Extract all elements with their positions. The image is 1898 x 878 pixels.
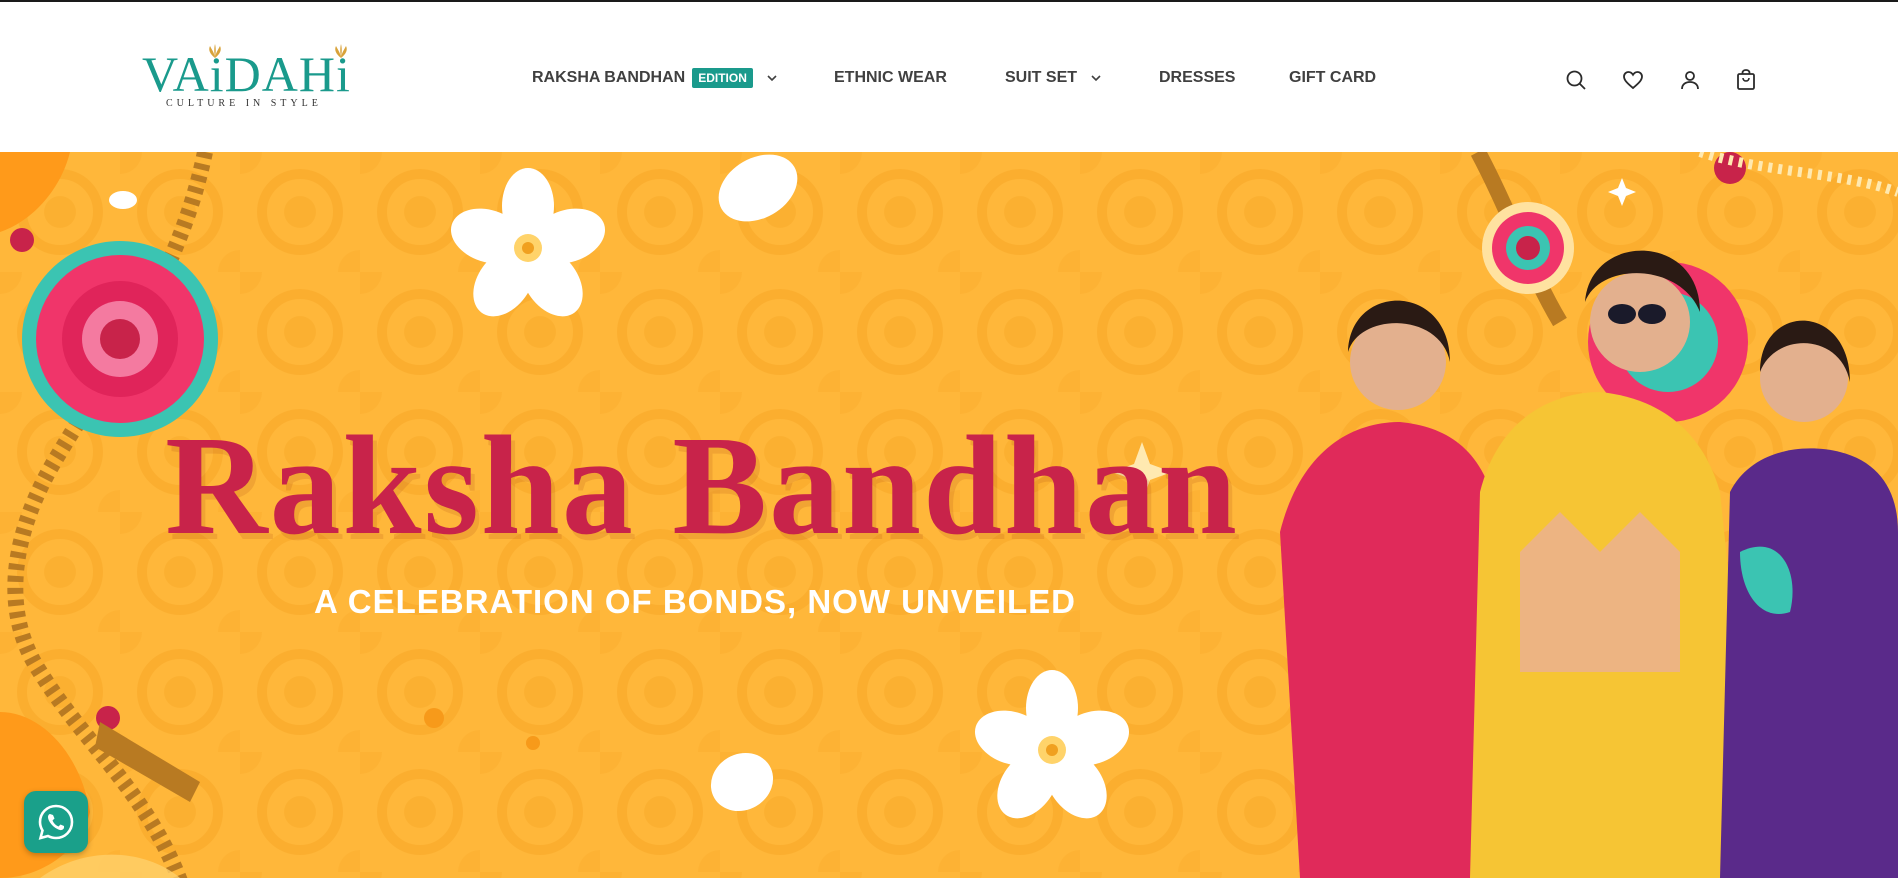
chevron-down-icon[interactable] — [1089, 71, 1103, 85]
nav-item-gift-card[interactable]: GIFT CARD — [1289, 66, 1376, 90]
hero-title: Raksha Bandhan — [165, 406, 1239, 564]
nav-item-dresses[interactable]: DRESSES — [1159, 66, 1235, 90]
search-icon[interactable] — [1564, 68, 1588, 92]
nav-item-label: SUIT SET — [1005, 69, 1078, 86]
nav-item-label: GIFT CARD — [1289, 69, 1377, 86]
whatsapp-icon — [38, 804, 74, 840]
logo-flower-icon — [335, 44, 347, 58]
hero-subtitle: A CELEBRATION OF BONDS, NOW UNVEILED — [314, 583, 1076, 620]
nav-item-label: RAKSHA BANDHAN — [532, 69, 686, 86]
hero-banner[interactable]: Raksha Bandhan A CELEBRATION OF BONDS, N… — [0, 152, 1898, 878]
nav-item-suit-set[interactable]: SUIT SET — [1005, 66, 1103, 90]
site-header: VAiDAHi CULTURE IN STYLE RAKSHA BANDHAN … — [0, 2, 1898, 152]
nav-item-label: DRESSES — [1159, 69, 1236, 86]
nav-item-ethnic-wear[interactable]: ETHNIC WEAR — [834, 66, 947, 90]
logo-tagline: CULTURE IN STYLE — [166, 98, 322, 109]
cart-bag-icon[interactable] — [1734, 68, 1758, 92]
logo-flower-icon — [209, 44, 221, 58]
wishlist-heart-icon[interactable] — [1621, 68, 1645, 92]
whatsapp-chat-button[interactable] — [24, 791, 88, 853]
logo-wordmark: VAiDAHi — [142, 46, 351, 102]
chevron-down-icon[interactable] — [765, 71, 779, 85]
account-icon[interactable] — [1678, 68, 1702, 92]
nav-item-raksha-bandhan[interactable]: RAKSHA BANDHAN EDITION — [532, 66, 779, 90]
nav-item-label: ETHNIC WEAR — [834, 69, 947, 86]
edition-badge: EDITION — [692, 68, 753, 88]
brand-logo[interactable]: VAiDAHi CULTURE IN STYLE — [142, 44, 362, 110]
